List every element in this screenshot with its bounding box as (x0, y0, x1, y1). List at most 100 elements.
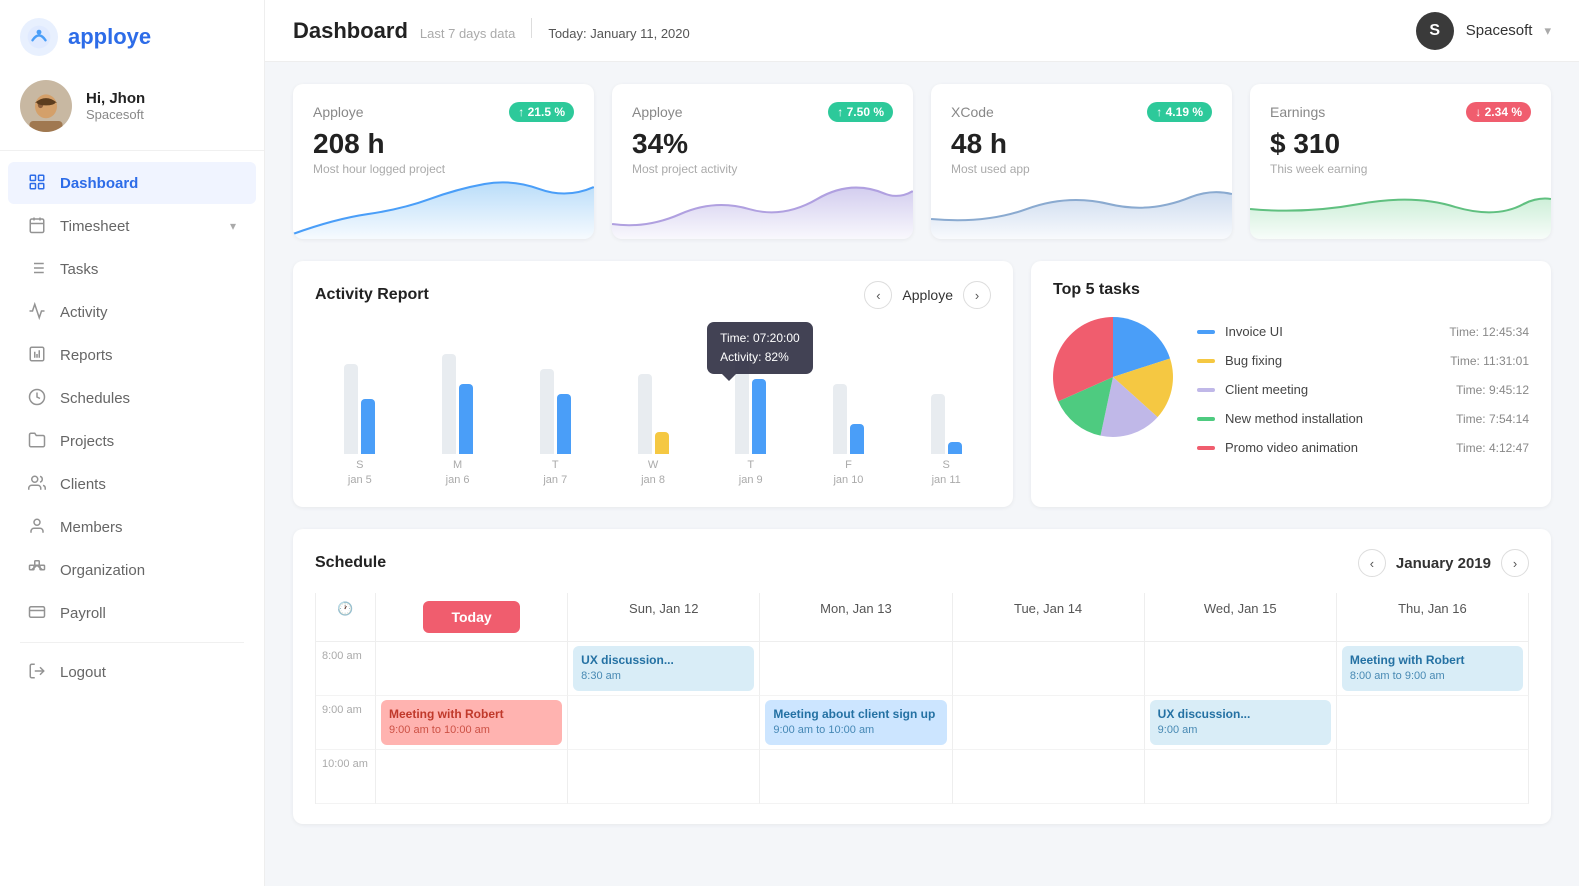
sidebar-item-label: Logout (60, 664, 106, 681)
activity-next-button[interactable]: › (963, 281, 991, 309)
bar-pair-3 (638, 327, 669, 454)
task-left-0: Invoice UI (1197, 324, 1283, 339)
sched-col-wed: Wed, Jan 15 (1145, 593, 1337, 642)
task-name-2: Client meeting (1225, 382, 1308, 397)
bar-bg-1 (442, 354, 456, 454)
event-time: 9:00 am to 10:00 am (773, 723, 938, 738)
bar-label-4: Tjan 9 (739, 458, 763, 487)
mid-row: Activity Report ‹ Apploye › Time: 07:20:… (293, 261, 1551, 507)
logo-icon (20, 18, 58, 56)
task-time-0: Time: 12:45:34 (1449, 325, 1529, 339)
sidebar-item-payroll[interactable]: Payroll (8, 592, 256, 634)
logout-icon (28, 662, 48, 682)
sidebar-item-organization[interactable]: Organization (8, 549, 256, 591)
bar-bg-6 (931, 394, 945, 454)
sched-cell-mon-9am: Meeting about client sign up 9:00 am to … (760, 696, 952, 750)
sidebar-item-projects[interactable]: Projects (8, 420, 256, 462)
sidebar-item-label: Clients (60, 476, 106, 493)
bar-group-4: Tjan 9 (706, 327, 796, 487)
sidebar-item-tasks[interactable]: Tasks (8, 248, 256, 290)
stat-value-1: 208 h (313, 128, 574, 160)
topbar-chevron-icon[interactable]: ▾ (1544, 23, 1551, 39)
sched-cell-sun-10am (568, 750, 760, 804)
logo-text: apploye (68, 24, 151, 50)
chevron-down-icon: ▾ (230, 219, 236, 233)
sched-cell-today-9am: Meeting with Robert 9:00 am to 10:00 am (376, 696, 568, 750)
task-dot-3 (1197, 417, 1215, 421)
sidebar-item-clients[interactable]: Clients (8, 463, 256, 505)
sched-cell-today-10am (376, 750, 568, 804)
schedule-event: UX discussion... 8:30 am (573, 646, 754, 691)
sidebar: apploye Hi, Jhon Spacesoft Dashboard (0, 0, 265, 886)
schedule-prev-button[interactable]: ‹ (1358, 549, 1386, 577)
sched-time-9am: 9:00 am (316, 696, 376, 750)
schedule-grid: 🕐 Today Sun, Jan 12 Mon, Jan 13 Tue, Jan… (315, 593, 1529, 804)
schedule-event: UX discussion... 9:00 am (1150, 700, 1331, 745)
sidebar-item-label: Projects (60, 433, 114, 450)
task-name-4: Promo video animation (1225, 440, 1358, 455)
sidebar-item-label: Activity (60, 304, 108, 321)
task-time-1: Time: 11:31:01 (1450, 354, 1529, 368)
user-info: Hi, Jhon Spacesoft (86, 90, 145, 122)
user-greeting: Hi, Jhon (86, 90, 145, 107)
schedule-card: Schedule ‹ January 2019 › 🕐 Today Sun, J… (293, 529, 1551, 824)
topbar-date: Today: January 11, 2020 (548, 26, 689, 41)
list-item: Client meeting Time: 9:45:12 (1197, 375, 1529, 404)
bar-label-2: Tjan 7 (543, 458, 567, 487)
topbar-avatar: S (1416, 12, 1454, 50)
task-left-4: Promo video animation (1197, 440, 1358, 455)
stat-card-1: Apploye ↑ 21.5 % 208 h Most hour logged … (293, 84, 594, 239)
bar-label-5: Fjan 10 (833, 458, 863, 487)
schedule-event: Meeting with Robert 8:00 am to 9:00 am (1342, 646, 1523, 691)
user-company: Spacesoft (86, 107, 145, 122)
bar-group-0: Sjan 5 (315, 327, 405, 487)
activity-prev-button[interactable]: ‹ (864, 281, 892, 309)
bar-label-0: Sjan 5 (348, 458, 372, 487)
activity-report-title: Activity Report (315, 286, 429, 304)
task-time-3: Time: 7:54:14 (1456, 412, 1529, 426)
sched-cell-thu-10am (1337, 750, 1529, 804)
page-title: Dashboard (293, 18, 408, 44)
today-button[interactable]: Today (423, 601, 519, 633)
sched-cell-sun-8am: UX discussion... 8:30 am (568, 642, 760, 696)
sidebar-navigation: Dashboard Timesheet ▾ Tasks Activity R (0, 151, 264, 886)
stat-badge-4: ↓ 2.34 % (1466, 102, 1531, 122)
top5-tasks-card: Top 5 tasks (1031, 261, 1551, 507)
event-title: Meeting with Robert (389, 706, 554, 723)
sidebar-item-timesheet[interactable]: Timesheet ▾ (8, 205, 256, 247)
schedule-month-label: January 2019 (1396, 555, 1491, 572)
stat-project-1: Apploye (313, 104, 364, 120)
clock-icon: 🕐 (337, 601, 353, 616)
task-time-4: Time: 4:12:47 (1456, 441, 1529, 455)
event-title: Meeting about client sign up (773, 706, 938, 723)
list-item: Promo video animation Time: 4:12:47 (1197, 433, 1529, 462)
bar-fg-0 (361, 399, 375, 454)
schedule-next-button[interactable]: › (1501, 549, 1529, 577)
list-item: Bug fixing Time: 11:31:01 (1197, 346, 1529, 375)
bar-bg-2 (540, 369, 554, 454)
sched-cell-wed-10am (1145, 750, 1337, 804)
content-area: Apploye ↑ 21.5 % 208 h Most hour logged … (265, 62, 1579, 886)
sidebar-item-members[interactable]: Members (8, 506, 256, 548)
sidebar-item-activity[interactable]: Activity (8, 291, 256, 333)
tasks-list: Invoice UI Time: 12:45:34 Bug fixing Tim… (1197, 317, 1529, 462)
sidebar-item-schedules[interactable]: Schedules (8, 377, 256, 419)
stat-badge-1: ↑ 21.5 % (509, 102, 574, 122)
sidebar-item-dashboard[interactable]: Dashboard (8, 162, 256, 204)
event-time: 9:00 am to 10:00 am (389, 723, 554, 738)
activity-icon (28, 302, 48, 322)
avatar (20, 80, 72, 132)
stat-value-4: $ 310 (1270, 128, 1531, 160)
sidebar-item-label: Reports (60, 347, 113, 364)
top5-title: Top 5 tasks (1053, 281, 1140, 299)
bar-label-1: Mjan 6 (446, 458, 470, 487)
schedule-header: Schedule ‹ January 2019 › (315, 549, 1529, 577)
sidebar-item-logout[interactable]: Logout (8, 651, 256, 693)
schedule-event: Meeting about client sign up 9:00 am to … (765, 700, 946, 745)
event-title: UX discussion... (1158, 706, 1323, 723)
stat-project-2: Apploye (632, 104, 683, 120)
sidebar-item-label: Dashboard (60, 175, 138, 192)
sidebar-item-reports[interactable]: Reports (8, 334, 256, 376)
sched-cell-wed-8am (1145, 642, 1337, 696)
task-dot-0 (1197, 330, 1215, 334)
